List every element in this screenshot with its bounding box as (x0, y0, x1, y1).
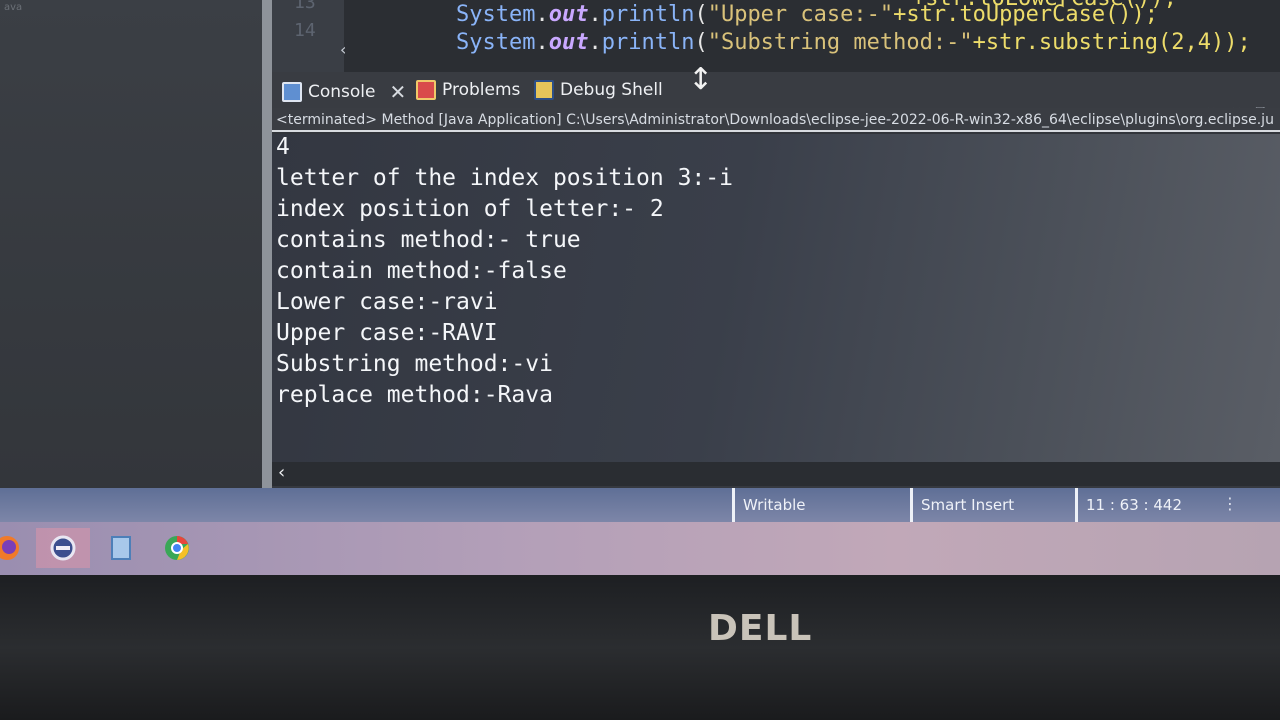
close-icon[interactable]: ✕ (390, 80, 407, 104)
laptop-bezel (0, 575, 1280, 720)
console-line: contain method:-false (276, 258, 567, 284)
console-horizontal-scrollbar[interactable]: ‹ (272, 462, 1280, 486)
console-output[interactable]: 4 letter of the index position 3:-i inde… (272, 134, 1280, 462)
console-line: Lower case:-ravi (276, 289, 498, 315)
project-explorer-label: ava (4, 2, 23, 13)
notepad-icon[interactable] (100, 528, 142, 568)
console-line: contains method:- true (276, 227, 581, 253)
status-insert-mode: Smart Insert (910, 488, 1014, 522)
console-icon (282, 82, 302, 102)
tab-problems-label: Problems (442, 80, 521, 100)
tab-console-label: Console (308, 82, 376, 102)
line-number: 13 (294, 0, 316, 13)
problems-icon (416, 80, 436, 100)
status-cursor-position: 11 : 63 : 442 (1075, 488, 1182, 522)
console-line: index position of letter:- 2 (276, 196, 664, 222)
console-line: letter of the index position 3:-i (276, 165, 733, 191)
code-editor[interactable]: 13 14 +str.toLowerCase()); System.out.pr… (272, 0, 1280, 72)
status-bar: Writable Smart Insert 11 : 63 : 442 ⋮ (0, 488, 1280, 522)
console-line: Upper case:-RAVI (276, 320, 498, 346)
tab-debug-shell-label: Debug Shell (560, 80, 663, 100)
console-launch-description: <terminated> Method [Java Application] C… (272, 108, 1280, 132)
firefox-icon[interactable] (0, 528, 28, 568)
tab-problems[interactable]: Problems (416, 80, 520, 100)
editor-scroll-left-icon[interactable]: ‹ (340, 40, 346, 59)
tab-debug-shell[interactable]: Debug Shell (534, 80, 663, 100)
line-number: 14 (294, 20, 316, 41)
project-explorer-pane: ava (0, 0, 262, 488)
pane-divider[interactable] (262, 0, 272, 488)
console-view-tabs: Console ✕ Problems Debug Shell (272, 72, 1280, 108)
console-line: Substring method:-vi (276, 351, 553, 377)
scroll-left-icon[interactable]: ‹ (278, 462, 285, 483)
eclipse-icon[interactable] (36, 528, 90, 568)
debug-shell-icon (534, 80, 554, 100)
monitor-screen: ava 13 14 +str.toLowerCase()); System.ou… (0, 0, 1280, 575)
dell-logo: DELL (708, 608, 813, 649)
code-line: System.out.println("Substring method:-"+… (456, 30, 1251, 55)
windows-taskbar (0, 522, 1280, 575)
code-line: System.out.println("Upper case:-"+str.to… (456, 2, 1159, 27)
chrome-icon[interactable] (156, 528, 198, 568)
console-line: replace method:-Rava (276, 382, 553, 408)
status-writable: Writable (732, 488, 805, 522)
tab-console[interactable]: Console ✕ (282, 80, 406, 104)
resize-cursor-icon: ↕ (688, 62, 714, 97)
editor-gutter: 13 14 (272, 0, 344, 72)
console-line: 4 (276, 134, 290, 160)
more-options-icon[interactable]: ⋮ (1222, 494, 1238, 513)
